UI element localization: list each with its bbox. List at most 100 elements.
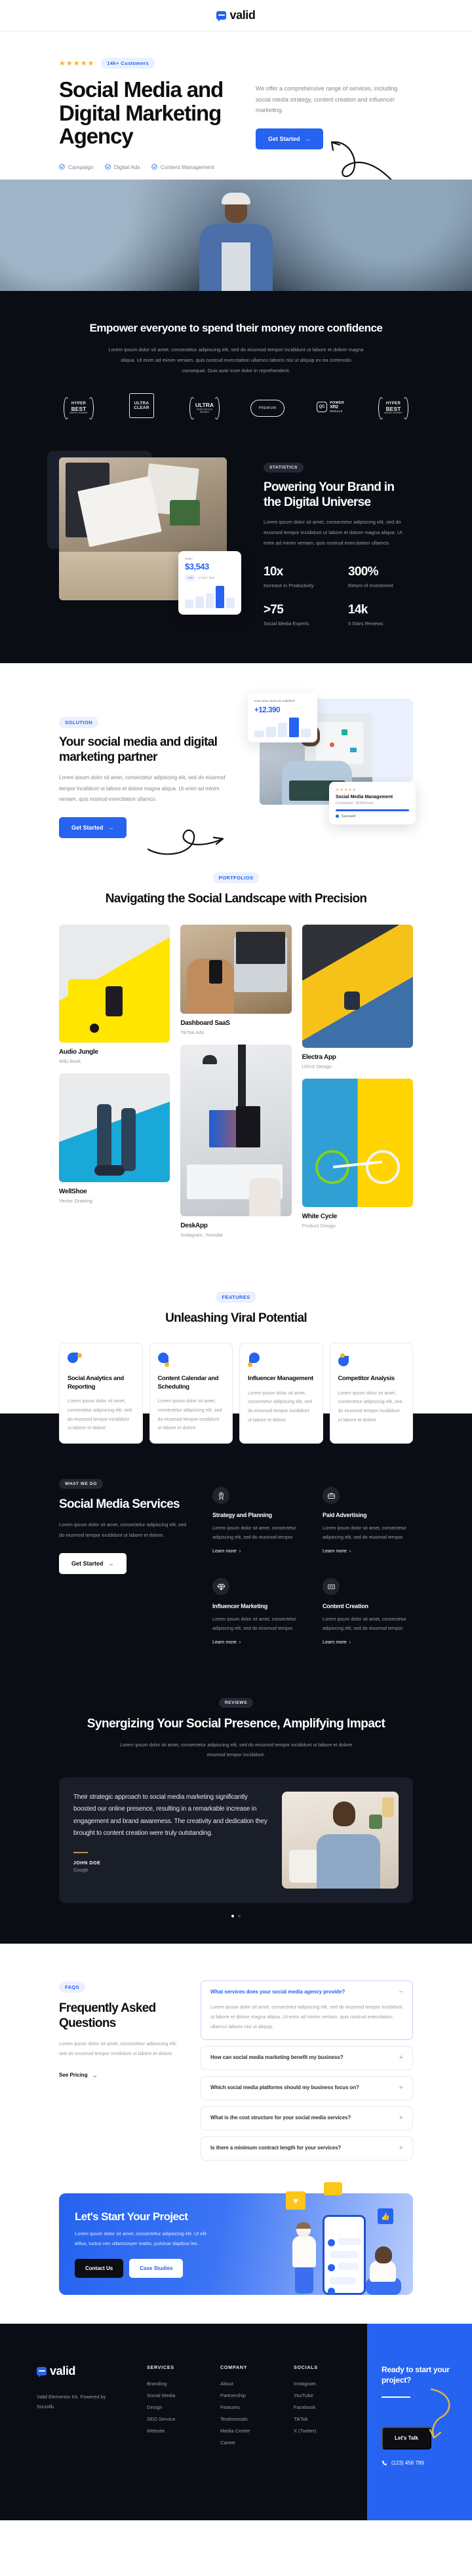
service-title: Strategy and Planning xyxy=(212,1512,272,1519)
footer-link[interactable]: Social Media xyxy=(147,2393,220,2398)
footer-link[interactable]: Media Center xyxy=(220,2428,294,2434)
footer-link[interactable]: Features xyxy=(220,2404,294,2410)
footer-link[interactable]: Design xyxy=(147,2404,220,2410)
divider xyxy=(73,1851,88,1853)
testimonial-author: JOHN DOE xyxy=(73,1860,101,1866)
logo[interactable]: valid xyxy=(216,9,256,22)
footer-link[interactable]: About xyxy=(220,2381,294,2387)
faq-item-3[interactable]: What is the cost structure for your soci… xyxy=(201,2106,413,2131)
satisfaction-chart-card: How many client are satisfied? +12.390 xyxy=(248,693,317,742)
thumbs-up-icon: 👍 xyxy=(378,2208,393,2225)
portfolio-card-white-cycle[interactable]: White Cycle Product Design xyxy=(302,1079,413,1229)
contact-us-button[interactable]: Contact Us xyxy=(75,2259,124,2278)
feature-title: Competitor Analysis xyxy=(338,1374,395,1382)
footer-link[interactable]: Testimonials xyxy=(220,2416,294,2422)
footer-link[interactable]: Instagram xyxy=(294,2381,367,2387)
portfolio-name: White Cycle xyxy=(302,1213,338,1221)
logo-text: valid xyxy=(229,9,256,22)
solution-get-started-button[interactable]: Get Started → xyxy=(59,817,127,839)
footer-link[interactable]: SEO Service xyxy=(147,2416,220,2422)
footer-link[interactable]: X (Twitter) xyxy=(294,2428,367,2434)
cta-illustration: ♥ 👍 xyxy=(254,2182,405,2296)
faq-item-4[interactable]: Is there a minimum contract length for y… xyxy=(201,2136,413,2161)
carousel-dots[interactable] xyxy=(59,1914,413,1917)
footer-link[interactable]: YouTube xyxy=(294,2393,367,2398)
feature-description: Lorem ipsum dolor sit amet, consectetur … xyxy=(157,1398,222,1431)
social-media-management-card: ★★★★★ Social Media Management Completed … xyxy=(329,781,416,824)
service-paid-advertising: Paid Advertising Lorem ipsum dolor sit a… xyxy=(323,1487,413,1556)
sales-card-delta: +3% xyxy=(185,574,196,581)
feature-card-social-analytics[interactable]: Social Analytics and Reporting Lorem ips… xyxy=(59,1342,143,1444)
footer-link[interactable]: Partnership xyxy=(220,2393,294,2398)
chart-card-value: +12.390 xyxy=(254,706,281,714)
chevron-right-icon: › xyxy=(349,1639,351,1645)
plus-icon[interactable]: + xyxy=(399,2115,403,2122)
plus-icon[interactable]: + xyxy=(399,2085,403,2092)
carousel-dot-active[interactable] xyxy=(231,1914,234,1917)
services-description: Lorem ipsum dolor sit amet, consectetur … xyxy=(59,1522,186,1538)
service-strategy-and-planning: Strategy and Planning Lorem ipsum dolor … xyxy=(212,1487,303,1556)
footer-link[interactable]: TikTok xyxy=(294,2416,367,2422)
testimonial-card: Their strategic approach to social media… xyxy=(59,1777,413,1903)
faq-item-0[interactable]: What services does your social media age… xyxy=(201,1980,413,2041)
see-pricing-link[interactable]: See Pricing → xyxy=(59,2072,98,2079)
cta-section: Let's Start Your Project Lorem ipsum dol… xyxy=(0,2182,472,2324)
footer-column-heading: SOCIALS xyxy=(294,2364,318,2371)
faq-item-1[interactable]: How can social media marketing benefit m… xyxy=(201,2046,413,2071)
chart-card-bars xyxy=(254,717,311,737)
testimonial-company: Google xyxy=(73,1868,88,1873)
learn-more-link[interactable]: Learn more › xyxy=(323,1548,351,1554)
portfolio-card-wellshoe[interactable]: WellShoe Vector Drawing xyxy=(59,1073,170,1204)
portfolio-category: Vector Drawing xyxy=(59,1198,92,1204)
award-badge-list: HYPER BEST AWARD WINNER ULTRA CLEAR ULTRA PR… xyxy=(59,393,413,423)
pie-chart-icon xyxy=(157,1352,172,1367)
star-rating-icon: ★★★★★ xyxy=(59,60,95,67)
plus-icon[interactable]: + xyxy=(399,2145,403,2152)
footer-link[interactable]: Website xyxy=(147,2428,220,2434)
solution-illustration: How many client are satisfied? +12.390 ★… xyxy=(248,693,416,830)
learn-more-link[interactable]: Learn more › xyxy=(323,1639,351,1645)
footer-link[interactable]: Career xyxy=(220,2440,294,2446)
cta-banner: Let's Start Your Project Lorem ipsum dol… xyxy=(59,2182,413,2296)
learn-more-link[interactable]: Learn more › xyxy=(212,1639,241,1645)
rocket-icon xyxy=(212,1487,229,1505)
chat-bubble-icon xyxy=(216,11,227,22)
feature-card-competitor-analysis[interactable]: Competitor Analysis Lorem ipsum dolor si… xyxy=(329,1342,413,1444)
award-badge-ultra-clear: ULTRA CLEAR xyxy=(123,393,160,423)
portfolio-card-deskapp[interactable]: DeskApp Instagram, Youtube xyxy=(180,1045,292,1238)
feature-card-content-calendar[interactable]: Content Calendar and Scheduling Lorem ip… xyxy=(149,1342,233,1444)
carousel-dot[interactable] xyxy=(238,1914,241,1917)
portfolio-card-audio-jungle[interactable]: Audio Jungle Wiki Book xyxy=(59,925,170,1064)
footer-link[interactable]: Branding xyxy=(147,2381,220,2387)
footer-cta-panel: Ready to start your project? Let's Talk … xyxy=(367,2324,472,2521)
services-get-started-button[interactable]: Get Started → xyxy=(59,1553,127,1575)
solution-pill: SOLUTION xyxy=(59,716,98,728)
case-studies-button[interactable]: Case Studies xyxy=(129,2259,184,2278)
faq-item-2[interactable]: Which social media platforms should my b… xyxy=(201,2076,413,2101)
learn-more-link[interactable]: Learn more › xyxy=(212,1548,241,1554)
portfolio-grid: Audio Jungle Wiki Book WellShoe Vector D… xyxy=(59,925,413,1238)
arrow-right-icon: → xyxy=(304,135,311,142)
portfolio-card-dashboard-saas[interactable]: Dashboard SaaS TikTok Ads xyxy=(180,925,292,1035)
stat-item: 14k 5 Stars Reviews xyxy=(348,602,384,626)
footer-link[interactable]: Facebook xyxy=(294,2404,367,2410)
portfolio-card-electra-app[interactable]: Electra App UI/UX Design xyxy=(302,925,413,1069)
feature-title: Content Calendar and Scheduling xyxy=(157,1374,219,1391)
hero-banner-image xyxy=(0,179,472,291)
footer-logo[interactable]: valid xyxy=(37,2364,136,2378)
service-title: Paid Advertising xyxy=(323,1512,367,1519)
hero-get-started-button[interactable]: Get Started → xyxy=(256,128,323,149)
hero-tag-content-management: Content Management xyxy=(151,164,214,170)
hero-rating-row: ★★★★★ 14k+ Customers xyxy=(59,58,413,69)
divider xyxy=(382,2396,410,2398)
feature-card-influencer-management[interactable]: Influencer Management Lorem ipsum dolor … xyxy=(239,1342,323,1444)
plus-icon[interactable]: + xyxy=(399,2054,403,2062)
minus-icon[interactable]: − xyxy=(399,1988,403,1996)
footer-phone[interactable]: (123) 456 789 xyxy=(382,2460,458,2466)
footer-logo-text: valid xyxy=(50,2364,76,2378)
stat-item: 10x Increase in Productivity xyxy=(264,564,314,588)
portfolio-thumbnail xyxy=(59,925,170,1043)
service-description: Lorem ipsum dolor sit amet, consectetur … xyxy=(212,1616,296,1632)
footer-phone-number: (123) 456 789 xyxy=(391,2459,424,2466)
chevron-right-icon: › xyxy=(239,1639,241,1645)
